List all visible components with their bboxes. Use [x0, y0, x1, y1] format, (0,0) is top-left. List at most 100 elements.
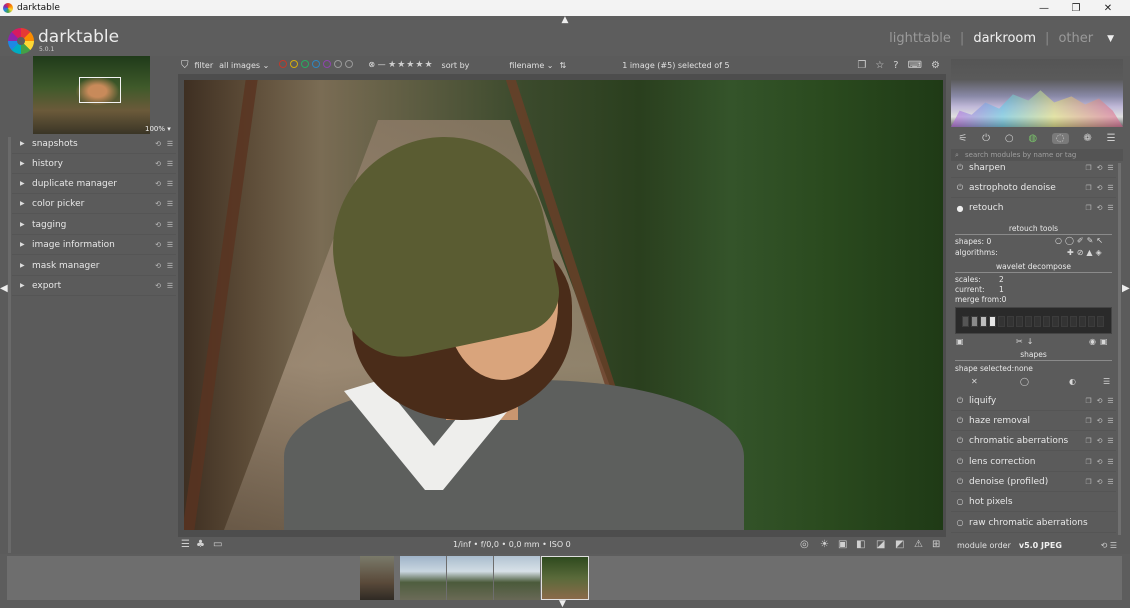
left-module-history[interactable]: ▶ history ⟲ ☰ [12, 154, 176, 174]
color-label-yellow[interactable] [290, 60, 299, 68]
star-icon[interactable]: ★ [415, 60, 423, 70]
power-icon[interactable]: ⏻ [955, 457, 965, 467]
gear-icon[interactable]: ⚙ [931, 60, 940, 71]
correct-group-icon[interactable]: ◌ [1051, 132, 1069, 144]
power-icon[interactable]: ⏻ [955, 183, 965, 193]
instance-icon[interactable]: ❐ [1083, 204, 1094, 212]
color-group-icon[interactable]: ◍ [1028, 133, 1037, 144]
help-icon[interactable]: ? [893, 60, 898, 71]
rating-filter[interactable]: ⊗ — ★★★★★ [368, 60, 433, 70]
color-label-purple[interactable] [323, 60, 332, 68]
left-module-color-picker[interactable]: ▶ color picker ⟲ ☰ [12, 194, 176, 214]
reset-icon[interactable]: ⟲ [1094, 458, 1105, 466]
power-icon[interactable]: ⏻ [955, 477, 965, 487]
presets-icon[interactable]: ☰ [1105, 204, 1116, 212]
scale-cell[interactable] [1034, 316, 1041, 327]
shape-circle-icon[interactable]: ◯ [1020, 377, 1029, 386]
reset-icon[interactable]: ⟲ [152, 262, 164, 270]
left-module-duplicate-manager[interactable]: ▶ duplicate manager ⟲ ☰ [12, 174, 176, 194]
softproof-icon[interactable]: ◧ [856, 539, 865, 550]
reset-icon[interactable]: ⟲ [152, 140, 164, 148]
presets-icon[interactable]: ☰ [164, 180, 176, 188]
color-label-gray[interactable] [334, 60, 343, 68]
color-label-filter[interactable] [279, 60, 356, 70]
module-denoise-profiled[interactable]: ⏻ denoise (profiled) ❐ ⟲ ☰ [951, 472, 1116, 492]
iso12646-icon[interactable]: ☀ [820, 539, 829, 550]
presets-icon[interactable]: ☰ [1105, 437, 1116, 445]
view-lighttable[interactable]: lighttable [889, 31, 951, 46]
navigator-thumbnail[interactable] [33, 56, 150, 134]
color-label-green[interactable] [301, 60, 310, 68]
presets-icon[interactable]: ☰ [164, 221, 176, 229]
presets-icon[interactable]: ☰ [164, 282, 176, 290]
left-module-image-information[interactable]: ▶ image information ⟲ ☰ [12, 235, 176, 255]
star-icon[interactable]: ★ [424, 60, 432, 70]
reset-icon[interactable]: ⟲ [1094, 397, 1105, 405]
reset-icon[interactable]: ⟲ [1094, 478, 1105, 486]
scale-cell[interactable] [1079, 316, 1086, 327]
scale-cell[interactable] [1097, 316, 1104, 327]
guides-icon[interactable]: ▣ [838, 539, 847, 550]
left-scrollbar[interactable] [8, 137, 11, 553]
views-dropdown-icon[interactable]: ▼ [1107, 34, 1114, 44]
preferences-star-icon[interactable]: ☆ [875, 60, 884, 71]
right-scrollbar[interactable] [1118, 163, 1121, 535]
color-label-blue[interactable] [312, 60, 321, 68]
scale-cell[interactable] [1061, 316, 1068, 327]
filmstrip-thumbnail[interactable] [400, 556, 446, 600]
star-icon[interactable]: ★ [397, 60, 405, 70]
presets-icon[interactable]: ☰ [164, 241, 176, 249]
quick-access-group-icon[interactable]: ⚟ [958, 133, 967, 144]
presets-icon[interactable]: ☰ [164, 262, 176, 270]
grid-icon[interactable]: ⊞ [932, 539, 940, 550]
reset-icon[interactable]: ⟲ [1094, 417, 1105, 425]
second-window-icon[interactable]: ▭ [213, 539, 222, 550]
left-module-export[interactable]: ▶ export ⟲ ☰ [12, 276, 176, 296]
quick-access-icon[interactable]: ☰ [181, 539, 190, 550]
filmstrip-thumbnail[interactable] [447, 556, 493, 600]
instance-icon[interactable]: ❐ [1083, 478, 1094, 486]
wavelet-scales[interactable]: scales: 2 [955, 275, 1112, 284]
presets-icon[interactable]: ☰ [1105, 478, 1116, 486]
presets-icon[interactable]: ☰ [164, 140, 176, 148]
collapse-left-panel-icon[interactable]: ◀ [0, 283, 8, 294]
algorithm-icons[interactable]: ✚⊘▲◈ [1067, 248, 1105, 257]
scale-cell[interactable] [1070, 316, 1077, 327]
module-haze-removal[interactable]: ⏻ haze removal ❐ ⟲ ☰ [951, 411, 1116, 431]
view-other[interactable]: other [1058, 31, 1093, 46]
module-order-icons[interactable]: ⟲ ☰ [1101, 541, 1117, 550]
maximize-button[interactable]: ❐ [1060, 0, 1092, 16]
instance-icon[interactable]: ❐ [1083, 397, 1094, 405]
left-module-tagging[interactable]: ▶ tagging ⟲ ☰ [12, 215, 176, 235]
scale-cell[interactable] [1025, 316, 1032, 327]
histogram[interactable] [951, 59, 1123, 127]
reset-icon[interactable]: ⟲ [152, 282, 164, 290]
power-icon[interactable]: ⏻ [955, 436, 965, 446]
display-wavelet-icon[interactable]: ▣ [956, 337, 964, 346]
scale-cell[interactable] [1043, 316, 1050, 327]
filmstrip-thumbnail[interactable] [494, 556, 540, 600]
left-module-snapshots[interactable]: ▶ snapshots ⟲ ☰ [12, 134, 176, 154]
instance-icon[interactable]: ❐ [1083, 437, 1094, 445]
star-icon[interactable]: ★ [406, 60, 414, 70]
left-module-mask-manager[interactable]: ▶ mask manager ⟲ ☰ [12, 256, 176, 276]
shape-mask-icon[interactable]: ◐ [1069, 377, 1076, 386]
reset-icon[interactable]: ⟲ [152, 160, 164, 168]
power-icon[interactable]: ⏻ [955, 396, 965, 406]
sort-dropdown[interactable]: filename ⌄ [509, 61, 553, 70]
module-retouch[interactable]: ● retouch ❐ ⟲ ☰ [951, 198, 1116, 218]
instance-icon[interactable]: ❐ [1083, 458, 1094, 466]
view-darkroom[interactable]: darkroom [973, 31, 1036, 46]
main-image[interactable] [184, 80, 943, 530]
module-raw-chromatic-aberrations[interactable]: ○ raw chromatic aberrations [951, 513, 1116, 533]
active-modules-icon[interactable]: ⏻ [982, 133, 990, 144]
wavelet-scale-bar[interactable] [955, 307, 1112, 334]
instance-icon[interactable]: ❐ [1083, 417, 1094, 425]
module-hot-pixels[interactable]: ○ hot pixels [951, 492, 1116, 512]
minimize-button[interactable]: — [1028, 0, 1060, 16]
visibility-icons[interactable]: ◉▣ [1089, 337, 1112, 346]
shape-tools-icons[interactable]: ○◯✐✎↖ [1055, 236, 1106, 245]
presets-icon[interactable]: ☰ [1105, 164, 1116, 172]
reset-icon[interactable]: ⟲ [152, 180, 164, 188]
filter-dropdown[interactable]: all images ⌄ [219, 61, 269, 70]
